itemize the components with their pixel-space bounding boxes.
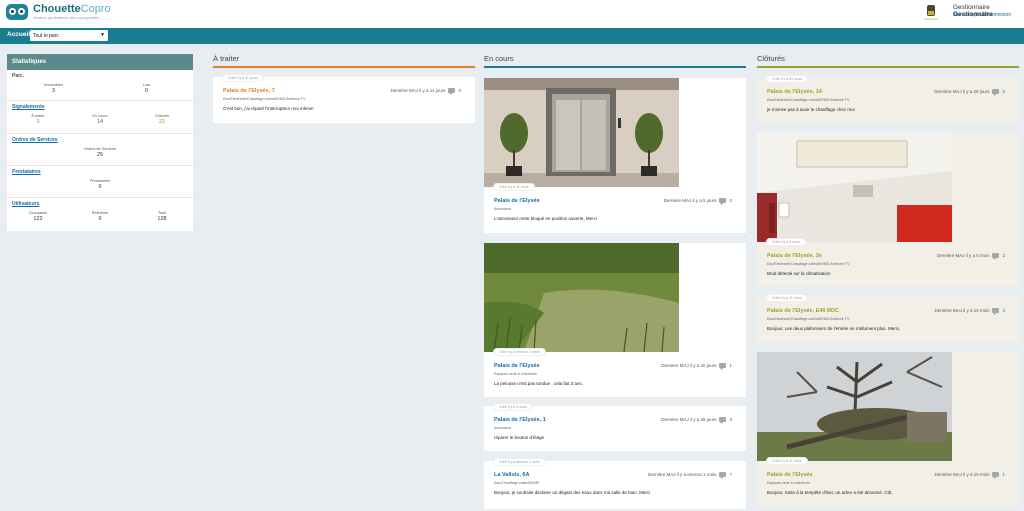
ticket-updated: Dernière MAJ il y a 10 mois 1 [934,472,1005,479]
ticket-updated: Dernière MAJ il y a 29 jours 0 [934,89,1005,96]
ticket-updated: Dernière MAJ il y a 20 jours 1 [661,363,732,370]
main-nav: Accueil Tout le parc ▼ [0,28,1024,44]
manager-badge-icon: Gestionnaire [922,4,940,22]
column-title: Clôturés [757,54,785,63]
ticket-category: Espaces verts & extérieurs [767,481,810,485]
account-link[interactable]: Mon compte [953,12,981,18]
comment-icon [719,417,727,424]
comment-icon [448,88,456,95]
owl-logo-icon [6,4,28,20]
ticket-description: Bonjour, Les deux plafonniers de l'entré… [767,326,901,331]
logout-link[interactable]: Déconnexion [982,12,1011,18]
elevator-photo [484,78,679,187]
brand-tagline: Gestion quotidienne des coproprietes [33,15,100,20]
user-links: Mon compte Déconnexion [953,12,1011,18]
column-title: En cours [484,54,514,63]
column-en-cours: En cours [484,54,746,73]
stats-signalements: Signalements À traiter 3 En cours 14 Clôtu… [7,101,193,134]
comment-icon [992,253,1000,260]
utilisateurs-link[interactable]: Utilisateurs [7,198,193,207]
stats-utilisateurs: Utilisateurs Occupants 122 Référents 6 Tot… [7,198,193,231]
comment-icon [719,198,727,205]
ticket-category: Eau/Chauffage collectif/VMC [494,481,540,485]
ticket-description: Bonjour, je souhaite déclarer un dégats … [494,490,651,495]
app-logo[interactable]: ChouetteCopro Gestion quotidienne des co… [6,4,111,20]
signalements-link[interactable]: Signalements [7,101,193,110]
column-accent [484,66,746,68]
property-select[interactable]: Tout le parc ▼ [30,30,108,41]
ticket-updated: Dernière MAJ il y a 11 jours 0 [390,88,461,95]
ticket-card[interactable]: Créé il y a 11 mois Palais de l'Elysée D… [484,78,746,233]
ticket-updated: Dernière MAJ il y a 5 jours 3 [663,198,732,205]
ticket-category: Ascenseur [494,426,511,430]
stats-prestataires: Prestataires Prestataires 6 [7,166,193,198]
ticket-description: Bonjour, Suite à la tempête d'hier, un a… [767,490,893,495]
ticket-card[interactable]: Créé il y a environ 2 mois La Vallois, 6… [484,458,746,509]
comment-icon [992,89,1000,96]
ticket-category: Eau/Electricité/Chauffage collectif/VMC/… [223,97,306,101]
ticket-description: La pelouse n'est pas tondue : cela fait … [494,381,583,386]
comment-icon [992,472,1000,479]
column-a-traiter: À traiter [213,54,475,73]
comment-icon [992,308,1000,315]
column-accent [213,66,475,68]
ticket-card[interactable]: Créé il y a 5 mois Palais de l'Elysée, 3… [757,133,1019,286]
comment-icon [719,363,727,370]
ticket-description: L'ascenseur reste bloqué en position ouv… [494,216,597,221]
ticket-description: Bruit détecté sur la climatisation [767,271,831,276]
ticket-updated: Dernière MAJ il y a 10 mois 4 [934,308,1005,315]
ticket-card[interactable]: Créé il y a 11 jours Palais de l'Elysée,… [213,74,475,123]
ticket-card[interactable]: Créé il y a 11 mois Palais de l'Elysée D… [757,352,1019,507]
lawn-photo [484,243,679,352]
ticket-category: Ascenseur [494,207,511,211]
column-clotures: Clôturés [757,54,1019,73]
ticket-category: Espaces verts & extérieurs [494,372,537,376]
fallen-tree-photo [757,352,952,461]
comment-icon [719,472,727,479]
stats-ordres: Ordres de Services Ordres de Services 25 [7,134,193,166]
ticket-card[interactable]: Créé il y a 11 mois Palais de l'Elysée, … [757,294,1019,342]
stats-panel: Statistiques Parc. Immeubles 3 Lots 0 Sign… [7,54,193,231]
ticket-category: Eau/Electricité/Chauffage collectif/VMC/… [767,317,850,321]
stats-parc: Parc. Immeubles 3 Lots 0 [7,70,193,101]
column-title: À traiter [213,54,240,63]
nav-home-link[interactable]: Accueil [7,31,30,38]
ticket-description: C'est bon, j'ai réparé l'interrupteur mo… [223,106,314,111]
stats-title: Statistiques [7,54,193,70]
ticket-updated: Dernière MAJ il y a environ 2 mois 7 [647,472,732,479]
ticket-updated: Dernière MAJ il y a 5 mois 2 [936,253,1005,260]
ticket-card[interactable]: Créé il y a 4 mois Palais de l'Elysée, 1… [484,403,746,451]
ticket-card[interactable]: Créé il y a environ 2 mois Palais de l'E… [484,243,746,397]
ticket-category: Eau/Electricité/Chauffage collectif/VMC/… [767,262,850,266]
prestataires-link[interactable]: Prestataires [7,166,193,175]
ticket-updated: Dernière MAJ il y a 28 jours 3 [661,417,732,424]
ordres-link[interactable]: Ordres de Services [7,134,193,143]
ticket-description: réparer le bouton d'étage [494,435,545,440]
ticket-category: Eau/Electricité/Chauffage collectif/VMC/… [767,98,850,102]
column-accent [757,66,1019,68]
top-header: ChouetteCopro Gestion quotidienne des co… [0,0,1024,28]
chevron-down-icon: ▼ [100,32,105,38]
brand-name: ChouetteCopro [33,3,111,15]
property-select-value: Tout le parc [33,33,59,39]
ceiling-photo [757,133,952,242]
ticket-description: je n'arrive pas à avoir le chauffage che… [767,107,855,112]
ticket-card[interactable]: Créé il y a 29 jours Palais de l'Elysée,… [757,75,1019,123]
